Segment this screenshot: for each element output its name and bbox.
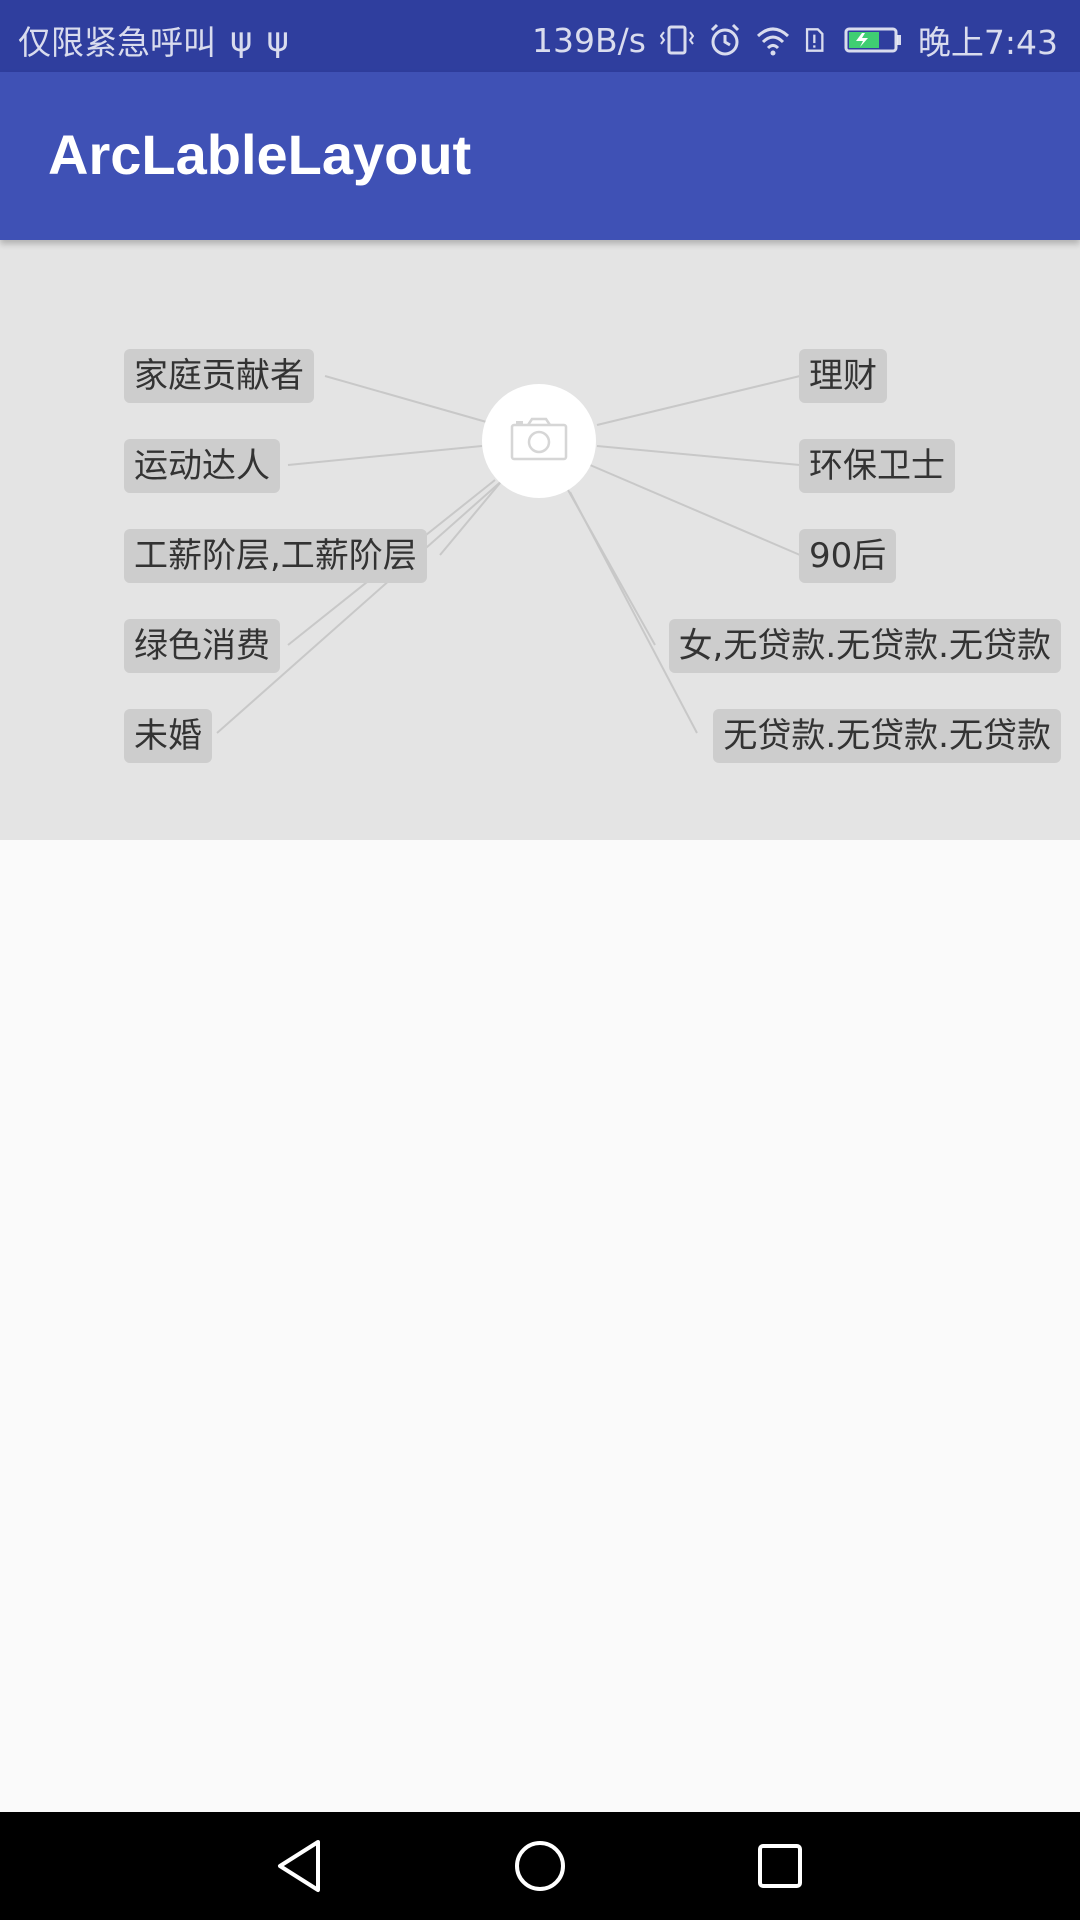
camera-icon — [510, 417, 568, 461]
tag-left-1[interactable]: 家庭贡献者 — [124, 349, 314, 403]
home-button[interactable] — [480, 1812, 600, 1920]
tag-left-5[interactable]: 未婚 — [124, 709, 212, 763]
recents-button[interactable] — [720, 1812, 840, 1920]
tag-right-1[interactable]: 理财 — [799, 349, 887, 403]
home-icon — [515, 1841, 565, 1891]
usb-icon: ψ — [266, 20, 289, 60]
navigation-bar — [0, 1812, 1080, 1920]
sim-alert-icon — [805, 28, 824, 52]
battery-icon — [844, 27, 901, 53]
tag-left-2[interactable]: 运动达人 — [124, 439, 280, 493]
tag-right-4[interactable]: 女,无贷款.无贷款.无贷款 — [668, 619, 1061, 673]
tag-right-2[interactable]: 环保卫士 — [799, 439, 955, 493]
carrier-text: 仅限紧急呼叫 — [18, 23, 216, 62]
back-icon — [278, 1840, 320, 1892]
status-bar: 仅限紧急呼叫 ψ ψ 139B/s 晚上7:43 — [0, 0, 1080, 72]
app-bar: ArcLableLayout — [0, 72, 1080, 240]
back-button[interactable] — [240, 1812, 360, 1920]
usb-icon: ψ — [230, 20, 253, 60]
vibrate-icon — [659, 25, 694, 55]
wifi-icon — [756, 27, 789, 56]
alarm-icon — [710, 23, 739, 56]
net-speed: 139B/s — [531, 20, 646, 60]
tag-left-3[interactable]: 工薪阶层,工薪阶层 — [124, 529, 427, 583]
tag-right-5[interactable]: 无贷款.无贷款.无贷款 — [713, 709, 1061, 763]
page-title: ArcLableLayout — [48, 123, 472, 186]
tag-right-3[interactable]: 90后 — [799, 529, 897, 583]
center-avatar[interactable] — [482, 384, 596, 498]
recents-icon — [758, 1844, 802, 1888]
arc-label-layout: 家庭贡献者 运动达人 工薪阶层,工薪阶层 绿色消费 未婚 理财 环保卫士 90后… — [0, 240, 1080, 840]
clock: 晚上7:43 — [917, 23, 1058, 62]
tag-left-4[interactable]: 绿色消费 — [124, 619, 280, 673]
